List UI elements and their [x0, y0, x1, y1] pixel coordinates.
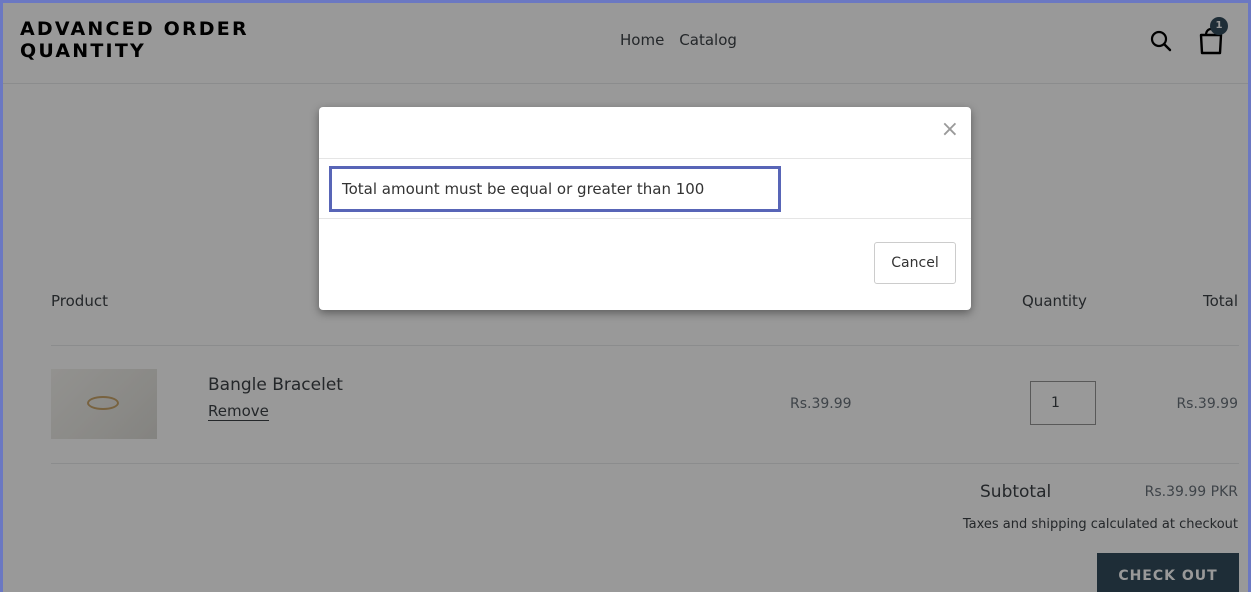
modal-body: Total amount must be equal or greater th…: [319, 159, 971, 219]
modal-footer: Cancel: [319, 219, 971, 309]
alert-modal: × Total amount must be equal or greater …: [319, 107, 971, 310]
modal-message: Total amount must be equal or greater th…: [329, 166, 781, 212]
modal-header: ×: [319, 107, 971, 159]
cancel-button[interactable]: Cancel: [874, 242, 956, 284]
close-icon[interactable]: ×: [941, 119, 959, 141]
